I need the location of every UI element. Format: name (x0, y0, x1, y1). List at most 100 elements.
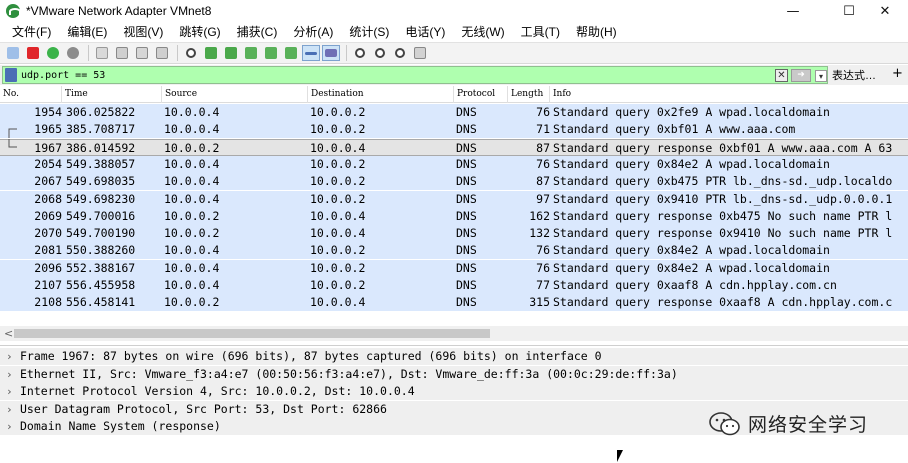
restart-capture-icon[interactable] (44, 45, 62, 61)
cell-time: 549.698035 (66, 174, 136, 189)
menu-help[interactable]: 帮助(H) (568, 22, 625, 42)
filter-text[interactable]: udp.port == 53 (21, 70, 105, 81)
zoom-out-icon[interactable] (371, 45, 389, 61)
menu-file[interactable]: 文件(F) (4, 22, 59, 42)
resize-columns-icon[interactable] (411, 45, 429, 61)
menu-analyze[interactable]: 分析(A) (285, 22, 341, 42)
detail-row-ipv4[interactable]: › Internet Protocol Version 4, Src: 10.0… (0, 383, 908, 400)
cell-source: 10.0.0.4 (164, 122, 220, 137)
menu-edit[interactable]: 编辑(E) (59, 22, 115, 42)
go-forward-icon[interactable] (222, 45, 240, 61)
packet-list-header: No. Time Source Destination Protocol Len… (0, 86, 908, 103)
cell-source: 10.0.0.2 (164, 208, 220, 223)
find-packet-icon[interactable] (182, 45, 200, 61)
toolbar-divider (88, 45, 89, 61)
column-header-time[interactable]: Time (62, 86, 162, 103)
cell-protocol: DNS (456, 156, 477, 171)
bookmark-icon[interactable] (5, 68, 17, 82)
column-header-no[interactable]: No. (0, 86, 62, 103)
packet-row[interactable]: 2067 549.698035 10.0.0.4 10.0.0.2 DNS 87 Stand… (0, 173, 908, 191)
scrollbar-thumb[interactable] (14, 329, 490, 338)
packet-row[interactable]: 2054 549.388057 10.0.0.4 10.0.0.2 DNS 76 Stand… (0, 155, 908, 173)
column-header-source[interactable]: Source (162, 86, 308, 103)
cell-destination: 10.0.0.2 (310, 191, 366, 206)
packet-row[interactable]: 2096 552.388167 10.0.0.4 10.0.0.2 DNS 76 Stand… (0, 259, 908, 277)
scroll-left-icon[interactable]: < (4, 327, 13, 340)
first-packet-icon[interactable] (262, 45, 280, 61)
detail-row-frame[interactable]: › Frame 1967: 87 bytes on wire (696 bits… (0, 348, 908, 365)
cell-destination: 10.0.0.4 (310, 140, 366, 155)
mouse-cursor-icon (617, 450, 623, 462)
packet-row[interactable]: 1965 385.708717 10.0.0.4 10.0.0.2 DNS 71 Stand… (0, 121, 908, 139)
detail-text: User Datagram Protocol, Src Port: 53, Ds… (20, 402, 387, 416)
packet-row[interactable]: 2068 549.698230 10.0.0.4 10.0.0.2 DNS 97 Stand… (0, 190, 908, 208)
cell-info: Standard query 0x84e2 A wpad.localdomain (553, 243, 830, 258)
expand-arrow-icon[interactable]: › (6, 348, 13, 365)
main-toolbar (0, 42, 908, 64)
cell-destination: 10.0.0.2 (310, 122, 366, 137)
cell-source: 10.0.0.4 (164, 278, 220, 292)
expand-arrow-icon[interactable]: › (6, 401, 13, 418)
expression-button[interactable]: 表达式… (832, 67, 876, 83)
cell-destination: 10.0.0.2 (310, 105, 366, 119)
menu-go[interactable]: 跳转(G) (171, 22, 228, 42)
packet-row-selected[interactable]: 1967 386.014592 10.0.0.2 10.0.0.4 DNS 87 Stand… (0, 138, 908, 156)
open-file-icon[interactable] (93, 45, 111, 61)
expand-arrow-icon[interactable]: › (6, 366, 13, 383)
close-file-icon[interactable] (133, 45, 151, 61)
packet-row[interactable]: 2069 549.700016 10.0.0.2 10.0.0.4 DNS 162 Stan… (0, 207, 908, 225)
menu-statistics[interactable]: 统计(S) (341, 22, 397, 42)
expand-arrow-icon[interactable]: › (6, 418, 13, 435)
packet-list-hscrollbar[interactable]: < (0, 326, 908, 341)
column-header-info[interactable]: Info (550, 86, 908, 103)
auto-scroll-icon[interactable] (302, 45, 320, 61)
last-packet-icon[interactable] (282, 45, 300, 61)
colorize-icon[interactable] (322, 45, 340, 61)
normal-size-icon[interactable] (391, 45, 409, 61)
cell-length: 76 (536, 243, 550, 258)
menu-capture[interactable]: 捕获(C) (229, 22, 286, 42)
cell-protocol: DNS (456, 191, 477, 206)
cell-protocol: DNS (456, 243, 477, 258)
cell-info: Standard query 0x84e2 A wpad.localdomain (553, 260, 830, 275)
packet-row[interactable]: 2108 556.458141 10.0.0.2 10.0.0.4 DNS 315 Stan… (0, 294, 908, 312)
cell-no: 2108 (34, 295, 62, 310)
close-button[interactable]: ✕ (862, 0, 908, 22)
packet-row[interactable]: 2070 549.700190 10.0.0.2 10.0.0.4 DNS 132 Stan… (0, 225, 908, 243)
cell-no: 1954 (34, 105, 62, 119)
menu-telephony[interactable]: 电话(Y) (397, 22, 453, 42)
cell-time: 552.388167 (66, 260, 136, 275)
detail-row-ethernet[interactable]: › Ethernet II, Src: Vmware_f3:a4:e7 (00:… (0, 366, 908, 383)
expand-arrow-icon[interactable]: › (6, 383, 13, 400)
cell-source: 10.0.0.4 (164, 243, 220, 258)
cell-no: 2081 (34, 243, 62, 258)
cell-info: Standard query response 0x9410 No such n… (553, 226, 893, 241)
column-header-destination[interactable]: Destination (308, 86, 454, 103)
go-to-packet-icon[interactable] (242, 45, 260, 61)
cell-length: 87 (536, 174, 550, 189)
apply-filter-icon[interactable]: ➜ (791, 69, 811, 82)
capture-options-icon[interactable] (64, 45, 82, 61)
zoom-in-icon[interactable] (351, 45, 369, 61)
display-filter-input[interactable]: udp.port == 53 ✕ ➜ ▾ (2, 66, 828, 84)
stop-capture-icon[interactable] (24, 45, 42, 61)
packet-row[interactable]: 1954 306.025822 10.0.0.4 10.0.0.2 DNS 76 Stand… (0, 104, 908, 121)
start-capture-icon[interactable] (4, 45, 22, 61)
column-header-protocol[interactable]: Protocol (454, 86, 508, 103)
go-back-icon[interactable] (202, 45, 220, 61)
cell-info: Standard query 0xb475 PTR lb._dns-sd._ud… (553, 174, 893, 189)
packet-row[interactable]: 2107 556.455958 10.0.0.4 10.0.0.2 DNS 77 Stand… (0, 277, 908, 294)
menu-tools[interactable]: 工具(T) (513, 22, 568, 42)
filter-history-dropdown-icon[interactable]: ▾ (815, 70, 827, 82)
packet-row[interactable]: 2081 550.388260 10.0.0.4 10.0.0.2 DNS 76 Stand… (0, 242, 908, 260)
save-file-icon[interactable] (113, 45, 131, 61)
cell-time: 549.700016 (66, 208, 136, 223)
column-header-length[interactable]: Length (508, 86, 550, 103)
minimize-button[interactable]: — (770, 0, 816, 22)
menu-wireless[interactable]: 无线(W) (453, 22, 512, 42)
detail-text: Frame 1967: 87 bytes on wire (696 bits),… (20, 349, 602, 363)
reload-file-icon[interactable] (153, 45, 171, 61)
clear-filter-icon[interactable]: ✕ (775, 69, 788, 82)
add-filter-button[interactable]: + (892, 66, 903, 81)
menu-view[interactable]: 视图(V) (115, 22, 171, 42)
